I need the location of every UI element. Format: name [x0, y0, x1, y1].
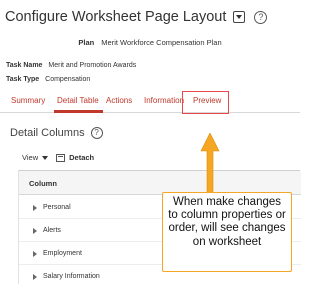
tab-actions[interactable]: Actions	[106, 96, 132, 105]
plan-label: Plan	[78, 38, 95, 47]
plan-row: Plan Merit Workforce Compensation Plan	[0, 38, 300, 47]
expand-arrow-icon[interactable]	[33, 274, 37, 280]
annotation-arrow-icon	[200, 133, 220, 193]
expand-arrow-icon[interactable]	[33, 251, 37, 257]
page-title: Configure Worksheet Page Layout ?	[5, 9, 268, 25]
expand-arrow-icon[interactable]	[33, 228, 37, 234]
page-title-text: Configure Worksheet Page Layout	[5, 9, 227, 25]
preview-highlight-box	[182, 91, 229, 114]
task-name-value: Merit and Promotion Awards	[48, 62, 137, 69]
row-label: Personal	[43, 204, 71, 211]
help-icon[interactable]: ?	[254, 10, 268, 24]
annotation-callout: When make changes to column properties o…	[162, 192, 292, 272]
detach-icon	[56, 153, 66, 162]
detach-button[interactable]: Detach	[56, 153, 94, 162]
active-tab-indicator	[54, 110, 103, 113]
tab-information[interactable]: Information	[144, 96, 184, 105]
task-name-label: Task Name	[6, 62, 43, 69]
task-type-label: Task Type	[6, 76, 40, 83]
title-dropdown-icon[interactable]	[233, 11, 246, 23]
column-header-label: Column	[29, 179, 57, 188]
detail-columns-title: Detail Columns	[10, 127, 85, 139]
chevron-down-icon	[42, 155, 49, 160]
row-label: Alerts	[43, 227, 61, 234]
callout-text: When make changes to column properties o…	[168, 196, 286, 248]
view-label: View	[22, 153, 39, 162]
detach-label: Detach	[69, 153, 95, 162]
detail-columns-heading: Detail Columns ?	[10, 127, 103, 139]
view-menu-button[interactable]: View	[22, 153, 49, 162]
row-label: Employment	[43, 250, 82, 257]
tab-detail-table[interactable]: Detail Table	[57, 96, 99, 105]
task-type-row: Task Type Compensation	[6, 76, 90, 83]
task-type-value: Compensation	[45, 76, 91, 83]
tab-summary[interactable]: Summary	[11, 96, 45, 105]
row-label: Salary Information	[43, 273, 100, 280]
plan-value: Merit Workforce Compensation Plan	[101, 38, 222, 47]
expand-arrow-icon[interactable]	[33, 205, 37, 211]
task-name-row: Task Name Merit and Promotion Awards	[6, 62, 136, 69]
tab-bar: Summary Detail Table Actions Information…	[0, 91, 300, 113]
detail-columns-help-icon[interactable]: ?	[90, 127, 103, 139]
table-toolbar: View Detach	[22, 153, 94, 162]
